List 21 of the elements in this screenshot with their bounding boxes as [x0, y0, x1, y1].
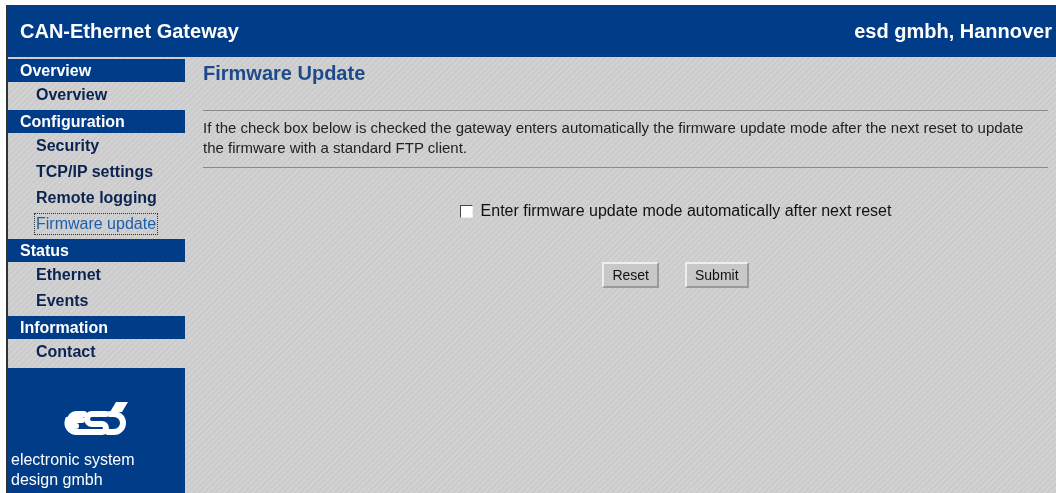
- description-text: If the check box below is checked the gateway enters automatically the firmware update mode after the next reset to update the firmware with a standard FTP client.: [203, 118, 1025, 158]
- page-heading: Firmware Update: [203, 62, 367, 85]
- nav-section-heading: Overview: [8, 59, 185, 82]
- nav-link[interactable]: Overview: [8, 82, 108, 108]
- app-title: CAN-Ethernet Gateway: [20, 20, 239, 43]
- company-name: esd gmbh, Hannover: [854, 20, 1052, 43]
- nav-link[interactable]: Remote logging: [8, 185, 157, 211]
- nav-section-heading: Status: [8, 239, 185, 262]
- nav-link[interactable]: Security: [8, 133, 100, 159]
- checkbox-label[interactable]: Enter firmware update mode automatically after next reset: [480, 202, 892, 220]
- nav-link[interactable]: Contact: [8, 339, 96, 365]
- nav-link[interactable]: Ethernet: [8, 262, 101, 288]
- nav-link[interactable]: Events: [8, 288, 89, 314]
- nav-link[interactable]: TCP/IP settings: [8, 159, 154, 185]
- form-button[interactable]: Submit: [685, 262, 749, 288]
- nav-link[interactable]: Firmware update: [35, 214, 158, 234]
- checkbox[interactable]: [459, 204, 473, 218]
- nav-section-heading: Configuration: [8, 110, 185, 133]
- logo-caption: electronic system design gmbh: [10, 450, 136, 490]
- form-button[interactable]: Reset: [602, 262, 659, 288]
- nav-section-heading: Information: [8, 316, 185, 339]
